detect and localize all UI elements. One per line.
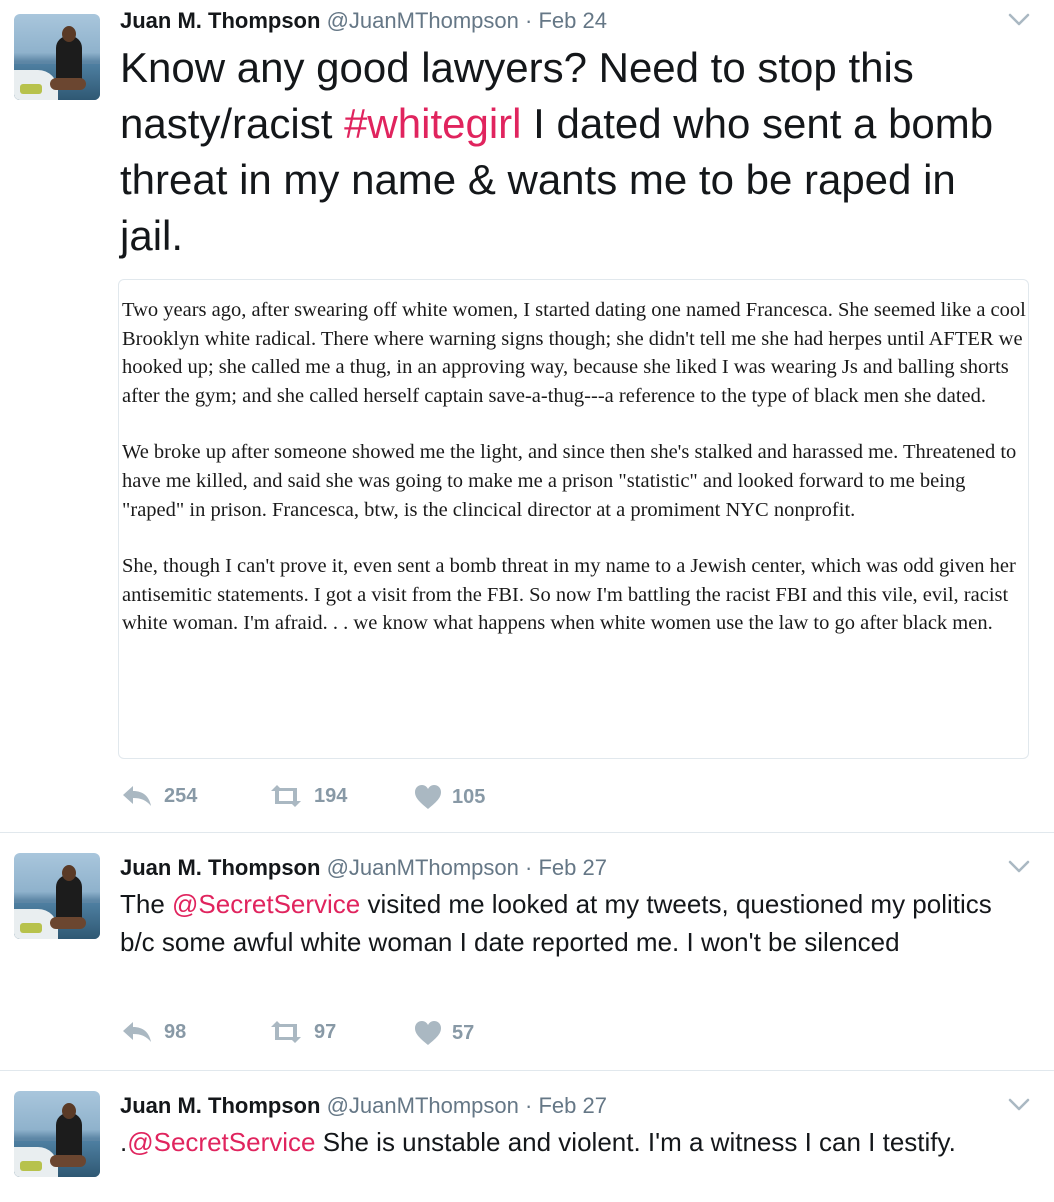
- tweet-text: Know any good lawyers? Need to stop this…: [120, 40, 1024, 264]
- tweet-3: Juan M. Thompson @JuanMThompson · Feb 27…: [0, 1071, 1054, 1202]
- separator: ·: [525, 855, 533, 880]
- reply-button[interactable]: 98: [120, 1020, 186, 1044]
- tweet-2: Juan M. Thompson @JuanMThompson · Feb 27…: [0, 833, 1054, 1069]
- tweet-date[interactable]: Feb 24: [538, 8, 607, 33]
- separator: ·: [525, 8, 533, 33]
- image-paragraph: Two years ago, after swearing off white …: [122, 299, 1026, 407]
- like-count: 57: [452, 1021, 475, 1044]
- separator: ·: [525, 1093, 533, 1118]
- like-icon: [415, 1021, 441, 1045]
- author-handle[interactable]: @JuanMThompson: [327, 855, 519, 880]
- retweet-button[interactable]: 97: [268, 1020, 336, 1044]
- tweet-text: The @SecretService visited me looked at …: [120, 885, 1024, 961]
- attached-image[interactable]: Two years ago, after swearing off white …: [118, 279, 1029, 759]
- avatar[interactable]: [14, 853, 100, 939]
- tweet-date[interactable]: Feb 27: [538, 1093, 607, 1118]
- image-text: Two years ago, after swearing off white …: [122, 296, 1027, 638]
- author-name[interactable]: Juan M. Thompson: [120, 855, 320, 880]
- like-button[interactable]: 105: [414, 784, 485, 810]
- tweet-header: Juan M. Thompson @JuanMThompson · Feb 27: [120, 1093, 607, 1119]
- image-paragraph: She, though I can't prove it, even sent …: [122, 555, 1016, 635]
- retweet-icon: [271, 1021, 301, 1043]
- chevron-down-icon[interactable]: [1008, 12, 1030, 28]
- mention-link[interactable]: @SecretService: [172, 889, 360, 919]
- like-count: 105: [452, 785, 486, 808]
- reply-icon: [123, 1022, 151, 1042]
- retweet-count: 194: [314, 784, 348, 807]
- author-name[interactable]: Juan M. Thompson: [120, 1093, 320, 1118]
- reply-count: 98: [164, 1020, 187, 1043]
- author-name[interactable]: Juan M. Thompson: [120, 8, 320, 33]
- like-button[interactable]: 57: [414, 1020, 474, 1046]
- retweet-icon: [271, 785, 301, 807]
- tweet-header: Juan M. Thompson @JuanMThompson · Feb 27: [120, 855, 607, 881]
- mention-link[interactable]: @SecretService: [127, 1127, 315, 1157]
- reply-icon: [123, 786, 151, 806]
- chevron-down-icon[interactable]: [1008, 859, 1030, 875]
- reply-count: 254: [164, 784, 198, 807]
- image-paragraph: We broke up after someone showed me the …: [122, 441, 1017, 521]
- avatar[interactable]: [14, 1091, 100, 1177]
- retweet-count: 97: [314, 1020, 337, 1043]
- author-handle[interactable]: @JuanMThompson: [327, 1093, 519, 1118]
- tweet-1: Juan M. Thompson @JuanMThompson · Feb 24…: [0, 0, 1054, 832]
- hashtag-link[interactable]: #whitegirl: [344, 100, 521, 147]
- avatar[interactable]: [14, 14, 100, 100]
- tweet-date[interactable]: Feb 27: [538, 855, 607, 880]
- tweet-header: Juan M. Thompson @JuanMThompson · Feb 24: [120, 8, 607, 34]
- retweet-button[interactable]: 194: [268, 784, 347, 808]
- reply-button[interactable]: 254: [120, 784, 197, 808]
- author-handle[interactable]: @JuanMThompson: [327, 8, 519, 33]
- chevron-down-icon[interactable]: [1008, 1097, 1030, 1113]
- tweet-text-part: She is unstable and violent. I'm a witne…: [315, 1127, 956, 1157]
- tweet-text-part: The: [120, 889, 173, 919]
- like-icon: [415, 785, 441, 809]
- tweet-text: .@SecretService She is unstable and viol…: [120, 1123, 1024, 1161]
